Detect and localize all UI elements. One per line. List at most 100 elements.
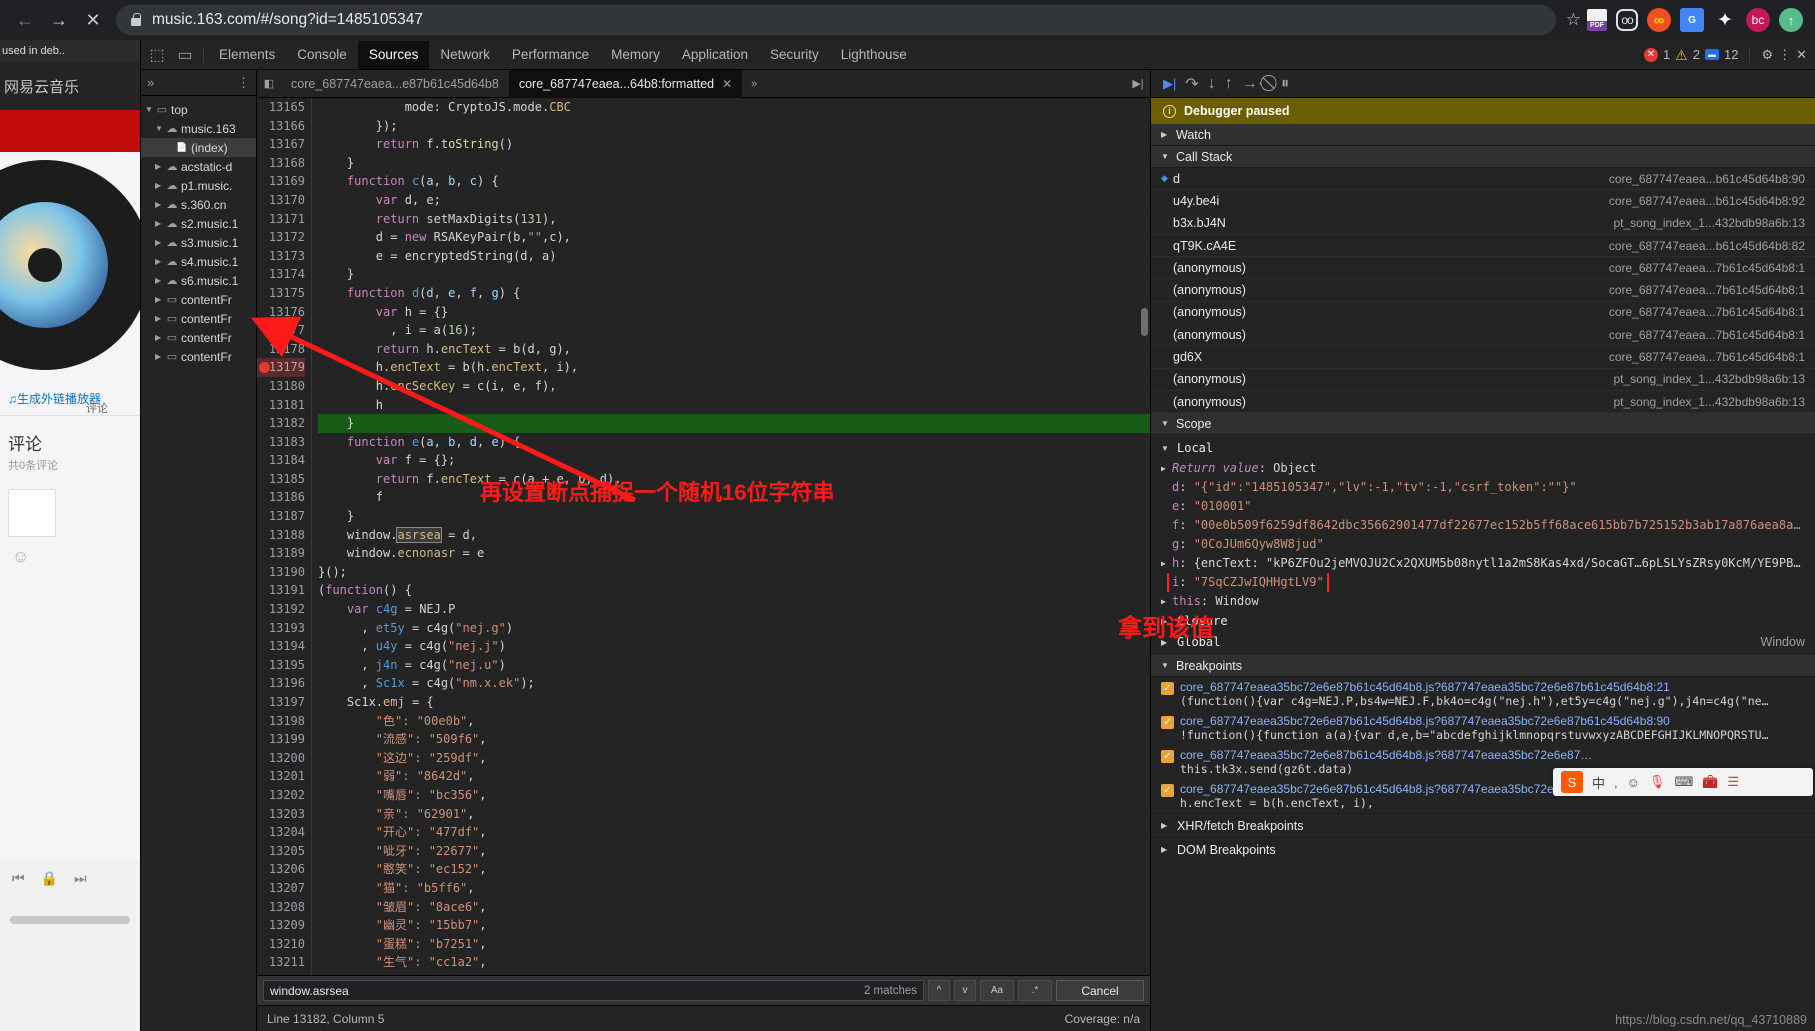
call-stack-source-location[interactable]: pt_song_index_1...432bdb98a6b:13 xyxy=(1613,216,1815,230)
dom-breakpoints-header[interactable]: ▶ DOM Breakpoints xyxy=(1151,837,1815,861)
code-line[interactable]: "憨笑": "ec152", xyxy=(318,860,1150,879)
line-number[interactable]: 13198 xyxy=(257,712,305,731)
chevron-right-icon[interactable]: ▶ xyxy=(155,333,165,342)
tree-item-acstaticd[interactable]: ▶ ☁ acstatic-d xyxy=(141,157,256,176)
collapse-navigator-icon[interactable]: ◧ xyxy=(257,77,281,90)
code-line[interactable]: "流感": "509f6", xyxy=(318,730,1150,749)
code-line[interactable]: , i = a(16); xyxy=(318,321,1150,340)
code-line[interactable]: "色": "00e0b", xyxy=(318,712,1150,731)
code-line[interactable]: var c4g = NEJ.P xyxy=(318,600,1150,619)
infinity-extension-icon[interactable]: ∞ xyxy=(1647,8,1671,32)
warning-count[interactable]: 2 xyxy=(1693,47,1700,62)
tree-item-s360cn[interactable]: ▶ ☁ s.360.cn xyxy=(141,195,256,214)
watch-section-header[interactable]: ▶ Watch xyxy=(1151,124,1815,146)
code-line[interactable]: } xyxy=(318,507,1150,526)
tree-item-contentfr[interactable]: ▶ ▭ contentFr xyxy=(141,290,256,309)
line-number[interactable]: 13207 xyxy=(257,879,305,898)
line-number[interactable]: 13169 xyxy=(257,172,305,191)
chevron-right-icon[interactable]: ▶ xyxy=(155,257,165,266)
scope-variable-value[interactable]: "010001" xyxy=(1194,499,1252,513)
line-number[interactable]: 13196 xyxy=(257,674,305,693)
call-stack-section-header[interactable]: ▼ Call Stack xyxy=(1151,146,1815,168)
tab-security[interactable]: Security xyxy=(759,41,830,69)
line-number[interactable]: 13178 xyxy=(257,340,305,359)
scope-variable-row[interactable]: d: "{"id":"1485105347","lv":-1,"tv":-1,"… xyxy=(1161,478,1815,497)
code-line[interactable]: } xyxy=(318,414,1150,433)
warning-icon[interactable]: ⚠ xyxy=(1675,48,1688,62)
error-count[interactable]: 1 xyxy=(1663,47,1670,62)
bookmark-star-icon[interactable]: ☆ xyxy=(1566,10,1581,30)
step-out-icon[interactable]: ↑ xyxy=(1225,75,1233,93)
breakpoint-location[interactable]: core_687747eaea35bc72e6e87b61c45d64b8.js… xyxy=(1180,748,1592,762)
code-line[interactable]: return f.toString() xyxy=(318,135,1150,154)
code-line[interactable]: "这边": "259df", xyxy=(318,749,1150,768)
line-number[interactable]: 13191 xyxy=(257,581,305,600)
close-devtools-icon[interactable]: ✕ xyxy=(1796,47,1807,63)
chevron-right-icon[interactable]: ▶ xyxy=(155,200,165,209)
call-stack-source-location[interactable]: core_687747eaea...b61c45d64b8:92 xyxy=(1609,194,1815,208)
line-number[interactable]: 13187 xyxy=(257,507,305,526)
call-stack-source-location[interactable]: core_687747eaea...b61c45d64b8:82 xyxy=(1609,239,1815,253)
line-number[interactable]: 13183 xyxy=(257,433,305,452)
code-line[interactable]: , Sc1x = c4g("nm.x.ek"); xyxy=(318,674,1150,693)
chevron-right-icon[interactable]: ▶ xyxy=(1161,459,1172,478)
source-tab-formatted[interactable]: core_687747eaea...64b8:formatted ✕ xyxy=(508,69,743,98)
pause-on-exceptions-icon[interactable]: ⏸ xyxy=(1281,75,1289,93)
call-stack-row[interactable]: gd6X core_687747eaea...7b61c45d64b8:1 xyxy=(1151,346,1815,369)
breakpoint-item[interactable]: ✓ core_687747eaea35bc72e6e87b61c45d64b8.j… xyxy=(1151,677,1815,711)
navigator-menu-icon[interactable]: ⋮ xyxy=(237,75,250,91)
line-number[interactable]: 13199 xyxy=(257,730,305,749)
call-stack-row[interactable]: ◆ d core_687747eaea...b61c45d64b8:90 xyxy=(1151,168,1815,191)
step-icon[interactable]: →· xyxy=(1242,75,1263,93)
update-icon[interactable]: ↑ xyxy=(1779,8,1803,32)
line-number[interactable]: 13208 xyxy=(257,898,305,917)
oo-extension-icon[interactable]: oo xyxy=(1616,9,1638,31)
chevron-down-icon[interactable]: ▼ xyxy=(145,105,155,114)
code-line[interactable]: "蛋糕": "b7251", xyxy=(318,935,1150,954)
ime-menu-icon[interactable]: ☰ xyxy=(1727,774,1739,790)
call-stack-row[interactable]: b3x.bJ4N pt_song_index_1...432bdb98a6b:13 xyxy=(1151,213,1815,235)
emoji-icon[interactable]: ☺ xyxy=(0,547,140,567)
line-number[interactable]: 13176 xyxy=(257,303,305,322)
code-line[interactable]: }); xyxy=(318,117,1150,136)
line-number[interactable]: 13180 xyxy=(257,377,305,396)
code-line[interactable]: Sc1x.emj = { xyxy=(318,693,1150,712)
message-count[interactable]: 12 xyxy=(1724,47,1738,62)
call-stack-source-location[interactable]: core_687747eaea...b61c45d64b8:90 xyxy=(1609,172,1815,186)
show-debugger-icon[interactable]: ▶| xyxy=(1126,77,1150,90)
code-line[interactable]: f xyxy=(318,488,1150,507)
line-number[interactable]: 13165 xyxy=(257,98,305,117)
scope-section-header[interactable]: ▼ Scope xyxy=(1151,413,1815,436)
code-line[interactable]: return setMaxDigits(131), xyxy=(318,210,1150,229)
breakpoint-item[interactable]: ✓ core_687747eaea35bc72e6e87b61c45d64b8.j… xyxy=(1151,711,1815,745)
code-line[interactable]: return h.encText = b(d, g), xyxy=(318,340,1150,359)
line-number[interactable]: 13185 xyxy=(257,470,305,489)
call-stack-source-location[interactable]: pt_song_index_1...432bdb98a6b:13 xyxy=(1613,395,1815,409)
tree-item-index[interactable]: 📄 (index) xyxy=(141,138,256,157)
stop-button[interactable]: ✕ xyxy=(76,3,110,37)
tab-sources[interactable]: Sources xyxy=(357,40,430,69)
match-case-button[interactable]: Aa xyxy=(980,980,1014,1001)
call-stack-row[interactable]: (anonymous) core_687747eaea...7b61c45d64b… xyxy=(1151,257,1815,280)
line-number[interactable]: 13209 xyxy=(257,916,305,935)
line-number[interactable]: 13189 xyxy=(257,544,305,563)
tab-console[interactable]: Console xyxy=(286,41,358,69)
code-line[interactable]: (function() { xyxy=(318,581,1150,600)
code-line[interactable]: var f = {}; xyxy=(318,451,1150,470)
call-stack-source-location[interactable]: pt_song_index_1...432bdb98a6b:13 xyxy=(1613,372,1815,386)
code-line[interactable]: "开心": "477df", xyxy=(318,823,1150,842)
code-line[interactable]: "猫": "b5ff6", xyxy=(318,879,1150,898)
pdf-extension-icon[interactable]: PDF xyxy=(1587,9,1607,31)
chevron-right-icon[interactable]: ▶ xyxy=(1161,554,1172,573)
message-icon[interactable]: ▬ xyxy=(1704,49,1719,60)
code-line[interactable]: "亲": "62901", xyxy=(318,805,1150,824)
tab-elements[interactable]: Elements xyxy=(208,41,286,69)
code-line[interactable]: window.ecnonasr = e xyxy=(318,544,1150,563)
line-number[interactable]: 13203 xyxy=(257,805,305,824)
tree-item-contentfr[interactable]: ▶ ▭ contentFr xyxy=(141,328,256,347)
error-icon[interactable]: ✕ xyxy=(1643,47,1658,62)
line-number[interactable]: 13190 xyxy=(257,563,305,582)
code-line[interactable]: h xyxy=(318,396,1150,415)
call-stack-source-location[interactable]: core_687747eaea...7b61c45d64b8:1 xyxy=(1609,305,1815,319)
prev-track-icon[interactable]: ⏮ xyxy=(12,870,25,887)
